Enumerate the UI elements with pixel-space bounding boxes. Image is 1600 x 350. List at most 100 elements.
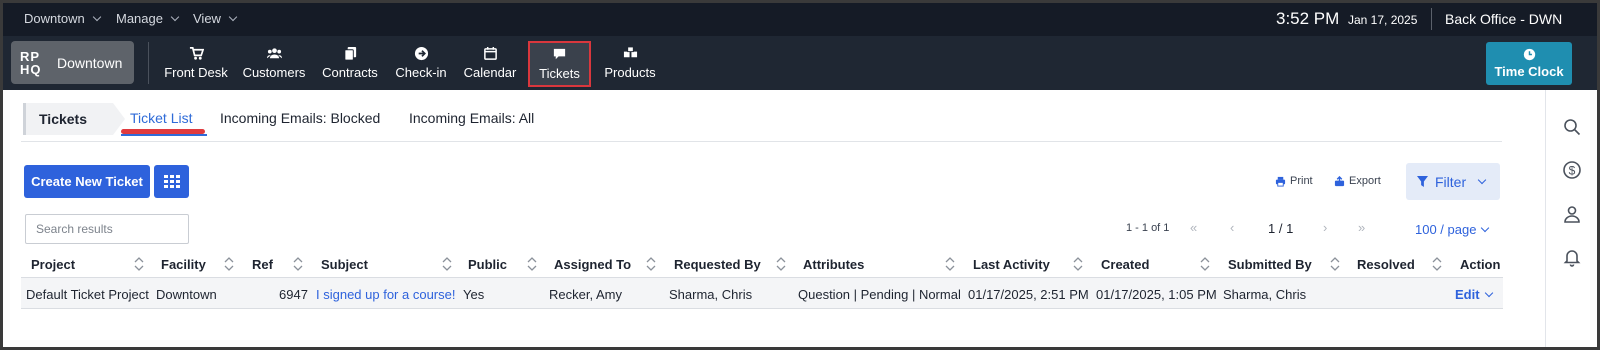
filter-icon [1417, 176, 1428, 187]
print-button[interactable]: Print [1275, 175, 1313, 187]
main-nav: RP HQ Downtown Front Desk Customers Contr… [3, 36, 1597, 90]
column-header-assigned-to[interactable]: Assigned To [554, 257, 631, 272]
cart-icon [189, 47, 204, 60]
sort-icon[interactable] [1432, 256, 1442, 272]
arrow-circle-icon [414, 46, 428, 61]
sort-icon[interactable] [1200, 256, 1210, 272]
sort-icon[interactable] [1330, 256, 1340, 272]
chevron-down-icon [1481, 223, 1490, 232]
user-icon[interactable] [1562, 204, 1582, 224]
page-size-select[interactable]: 100 / page [1415, 222, 1490, 237]
nav-contracts[interactable]: Contracts [319, 36, 381, 90]
tickets-table: Project Facility Ref Subject Public Assi… [21, 250, 1503, 309]
chevron-down-icon [1484, 288, 1493, 297]
column-header-resolved[interactable]: Resolved [1357, 257, 1415, 272]
prev-page-button[interactable]: ‹ [1230, 220, 1234, 235]
next-page-button[interactable]: › [1323, 220, 1327, 235]
divider [148, 42, 149, 84]
nav-tickets[interactable]: Tickets [528, 41, 591, 87]
active-tab-indicator [121, 134, 207, 136]
column-layout-button[interactable] [154, 165, 189, 198]
chevron-down-icon [92, 12, 101, 21]
column-header-project[interactable]: Project [31, 257, 75, 272]
dollar-circle-icon[interactable]: $ [1562, 160, 1582, 180]
column-header-created[interactable]: Created [1101, 257, 1149, 272]
nav-customers-label: Customers [242, 65, 306, 80]
app-frame: Downtown Manage View 3:52 PM Jan 17, 202… [3, 3, 1597, 347]
office-name[interactable]: Back Office - DWN [1445, 11, 1562, 27]
column-header-last-activity[interactable]: Last Activity [973, 257, 1050, 272]
menu-location[interactable]: Downtown [24, 11, 101, 26]
first-page-button[interactable]: « [1190, 220, 1197, 235]
filter-button[interactable]: Filter [1406, 163, 1500, 200]
sort-icon[interactable] [527, 256, 537, 272]
current-time: 3:52 PM [1276, 9, 1340, 28]
tab-incoming-emails-all[interactable]: Incoming Emails: All [409, 110, 534, 126]
nav-front-desk-label: Front Desk [164, 65, 228, 80]
column-header-public[interactable]: Public [468, 257, 507, 272]
sort-icon[interactable] [293, 256, 303, 272]
printer-icon [1275, 176, 1286, 187]
cell-ref: 6947 [279, 287, 308, 302]
column-header-attributes[interactable]: Attributes [803, 257, 864, 272]
page-indicator: 1 / 1 [1268, 221, 1294, 236]
bell-icon[interactable] [1562, 247, 1582, 267]
table-header: Project Facility Ref Subject Public Assi… [21, 250, 1503, 278]
column-header-action: Action [1460, 257, 1501, 272]
brand-switcher[interactable]: RP HQ Downtown [11, 41, 134, 84]
export-button[interactable]: Export [1334, 175, 1381, 187]
menu-view-label: View [193, 11, 221, 26]
time-clock-label: Time Clock [1494, 64, 1564, 79]
nav-calendar[interactable]: Calendar [461, 36, 519, 90]
chevron-down-icon [228, 12, 238, 21]
export-label: Export [1349, 175, 1381, 187]
table-row[interactable]: Default Ticket Project Downtown 6947 I s… [21, 278, 1503, 309]
tab-incoming-emails-blocked[interactable]: Incoming Emails: Blocked [220, 110, 380, 126]
documents-icon [343, 46, 356, 61]
right-rail: $ [1545, 90, 1597, 347]
sort-icon[interactable] [442, 256, 452, 272]
tab-ticket-list[interactable]: Ticket List [130, 110, 193, 126]
cell-last-activity: 01/17/2025, 2:51 PM [968, 287, 1089, 302]
ticket-subject-link[interactable]: I signed up for a course! [316, 287, 455, 302]
divider [1431, 8, 1432, 30]
cell-submitted-by: Sharma, Chris [1223, 287, 1307, 302]
nav-products[interactable]: Products [600, 36, 660, 90]
top-bar: Downtown Manage View 3:52 PM Jan 17, 202… [3, 3, 1597, 36]
brand-location: Downtown [57, 54, 123, 71]
nav-check-in[interactable]: Check-in [392, 36, 450, 90]
sort-icon[interactable] [646, 256, 656, 272]
cell-attributes: Question | Pending | Normal [798, 287, 961, 302]
search-input[interactable] [25, 214, 189, 244]
search-icon[interactable] [1562, 117, 1582, 137]
column-header-facility[interactable]: Facility [161, 257, 206, 272]
page-size-value: 100 / page [1415, 222, 1477, 237]
last-page-button[interactable]: » [1358, 220, 1365, 235]
sort-icon[interactable] [224, 256, 234, 272]
cell-created: 01/17/2025, 1:05 PM [1096, 287, 1217, 302]
nav-customers[interactable]: Customers [241, 36, 307, 90]
cell-requested-by: Sharma, Chris [669, 287, 753, 302]
sort-icon[interactable] [134, 256, 144, 272]
column-header-subject[interactable]: Subject [321, 257, 368, 272]
chat-bubble-icon [553, 48, 566, 60]
column-header-ref[interactable]: Ref [252, 257, 273, 272]
sort-icon[interactable] [945, 256, 955, 272]
create-ticket-button[interactable]: Create New Ticket [24, 165, 150, 198]
menu-manage[interactable]: Manage [116, 11, 180, 26]
time-clock-button[interactable]: Time Clock [1486, 42, 1572, 85]
nav-front-desk[interactable]: Front Desk [163, 36, 229, 90]
export-icon [1334, 175, 1345, 186]
grid-icon [163, 174, 180, 188]
column-header-submitted-by[interactable]: Submitted By [1228, 257, 1312, 272]
filter-label: Filter [1435, 173, 1467, 190]
sort-icon[interactable] [1073, 256, 1083, 272]
print-label: Print [1290, 175, 1313, 187]
nav-check-in-label: Check-in [395, 65, 447, 80]
result-count: 1 - 1 of 1 [1126, 222, 1170, 234]
calendar-icon [483, 46, 497, 60]
edit-button[interactable]: Edit [1455, 287, 1493, 302]
column-header-requested-by[interactable]: Requested By [674, 257, 761, 272]
sort-icon[interactable] [776, 256, 786, 272]
menu-view[interactable]: View [193, 11, 238, 26]
